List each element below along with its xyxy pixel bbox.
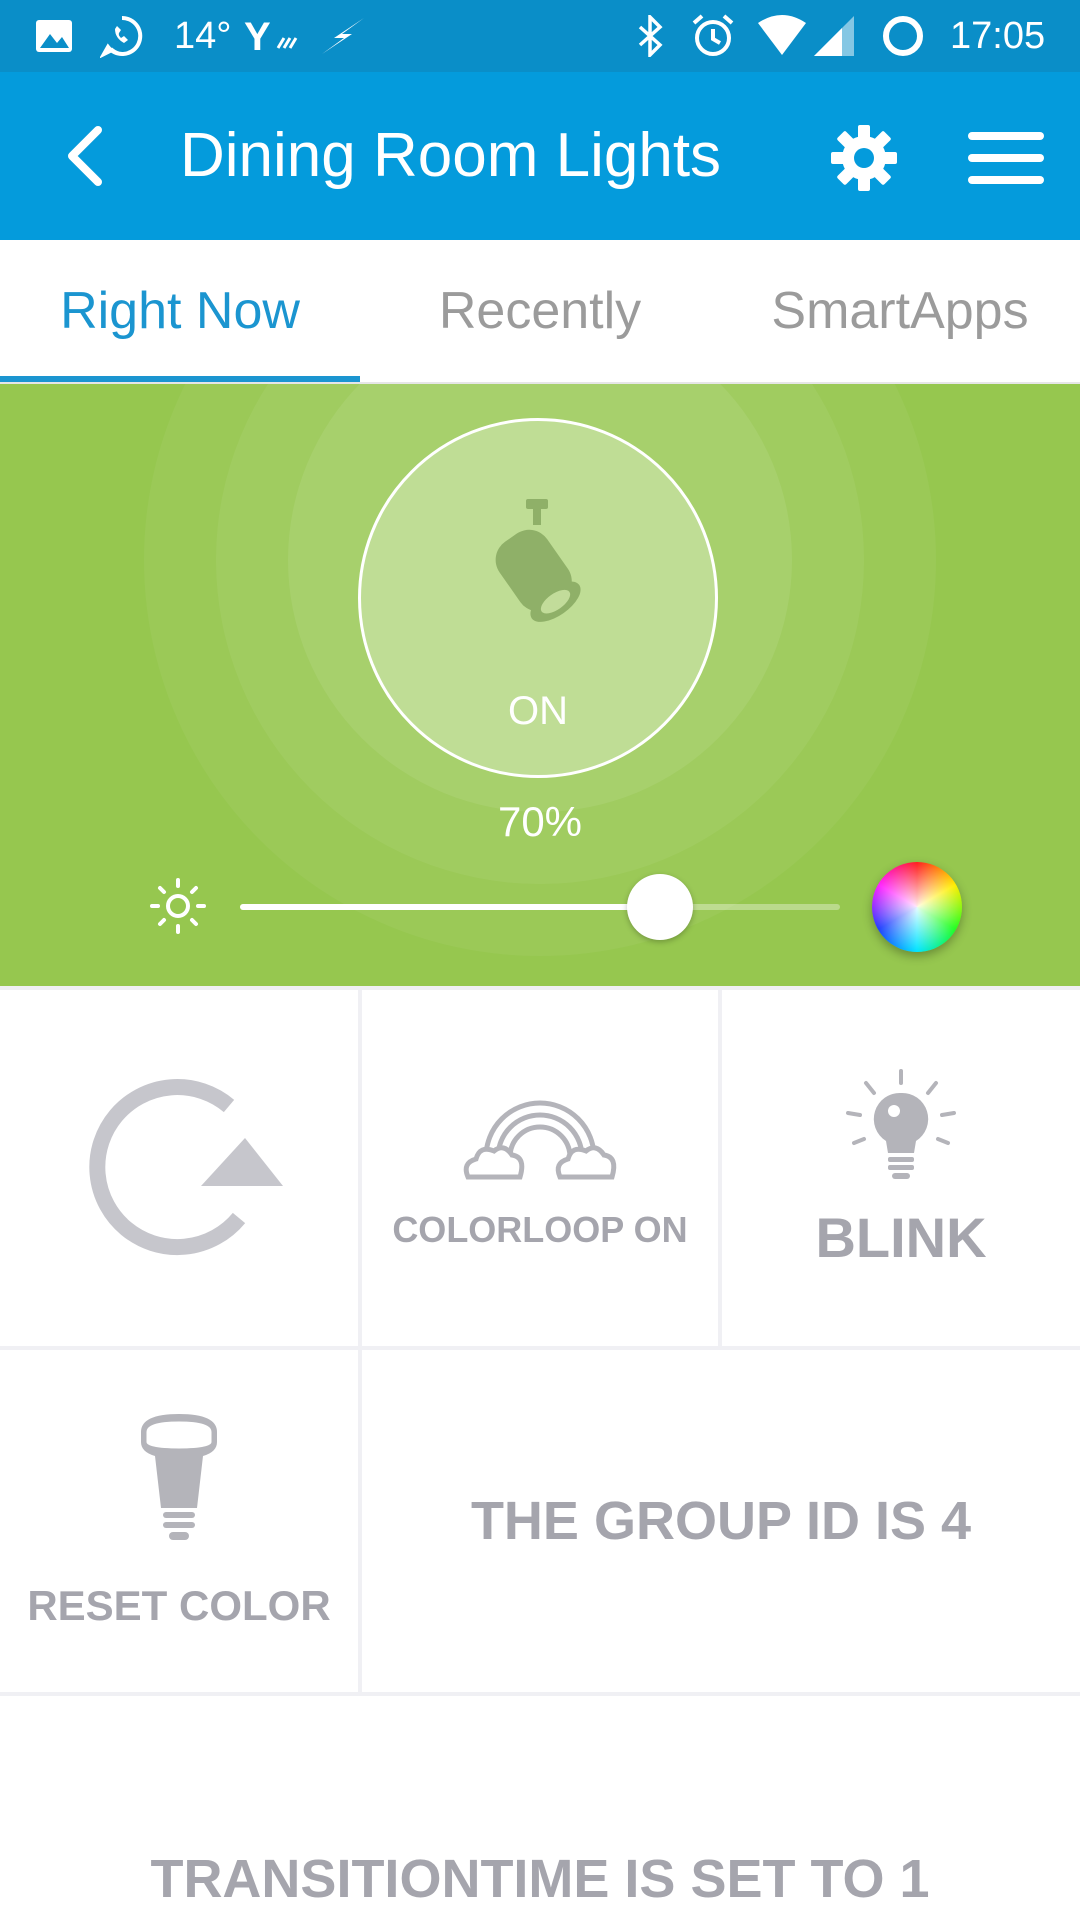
group-id-label: THE GROUP ID IS 4 <box>470 1491 972 1551</box>
page-title: Dining Room Lights <box>180 121 722 190</box>
tab-indicator <box>0 376 360 382</box>
rainbow-icon <box>463 1100 617 1180</box>
action-tile-grid: COLORLOOP ON BLINK RESET COLOR THE GROUP… <box>0 986 1080 1920</box>
back-arrow-icon <box>68 126 102 186</box>
tab-bar: Right Now Recently SmartApps <box>0 240 1080 384</box>
hamburger-menu-icon <box>968 132 1044 184</box>
refresh-tile[interactable] <box>0 990 358 1346</box>
wifi-icon <box>756 0 808 72</box>
sync-ring-icon <box>880 0 926 72</box>
brightness-slider[interactable] <box>240 874 840 940</box>
power-state-label: ON <box>508 689 568 733</box>
colorloop-label: COLORLOOP ON <box>392 1209 688 1250</box>
reset-color-label: RESET COLOR <box>27 1582 331 1629</box>
blink-label: BLINK <box>815 1205 987 1269</box>
slider-thumb[interactable] <box>627 874 693 940</box>
temperature-text: 14° <box>174 14 232 57</box>
color-picker-button[interactable] <box>872 862 962 952</box>
color-wheel-center <box>872 862 962 952</box>
flash-icon <box>320 0 366 72</box>
device-control-panel: ON 70% <box>0 384 1080 986</box>
app-bar: Dining Room Lights <box>0 72 1080 240</box>
gear-icon <box>831 125 897 191</box>
yahoo-weather-icon: Y <box>244 0 298 72</box>
spotlight-icon <box>495 499 581 622</box>
slider-fill <box>240 904 660 910</box>
bluetooth-icon <box>636 0 666 72</box>
status-bar: 14° Y 17:05 <box>0 0 1080 72</box>
refresh-icon <box>89 1079 283 1255</box>
menu-button[interactable] <box>964 116 1048 200</box>
transition-time-label: TRANSITIONTIME IS SET TO 1 <box>150 1849 930 1909</box>
brightness-sun-icon <box>150 878 206 934</box>
lightbulb-on-icon <box>846 1068 956 1179</box>
bulb-icon <box>141 1414 217 1540</box>
group-id-tile: THE GROUP ID IS 4 <box>362 1350 1080 1692</box>
back-button[interactable] <box>44 116 124 196</box>
clock-text: 17:05 <box>950 14 1046 57</box>
tab-recently[interactable]: Recently <box>360 240 720 382</box>
settings-button[interactable] <box>822 116 906 200</box>
tab-right-now[interactable]: Right Now <box>0 240 360 382</box>
signal-icon <box>812 0 856 72</box>
brightness-percent: 70% <box>497 798 583 845</box>
power-toggle-button[interactable]: ON <box>358 418 718 778</box>
transition-time-tile: TRANSITIONTIME IS SET TO 1 <box>0 1696 1080 1920</box>
svg-text:Y: Y <box>244 15 271 58</box>
colorloop-tile[interactable]: COLORLOOP ON <box>362 990 718 1346</box>
gallery-icon <box>34 0 74 72</box>
tab-smartapps[interactable]: SmartApps <box>720 240 1080 382</box>
whatsapp-icon <box>100 0 144 72</box>
reset-color-tile[interactable]: RESET COLOR <box>0 1350 358 1692</box>
blink-tile[interactable]: BLINK <box>722 990 1080 1346</box>
alarm-icon <box>690 0 736 72</box>
